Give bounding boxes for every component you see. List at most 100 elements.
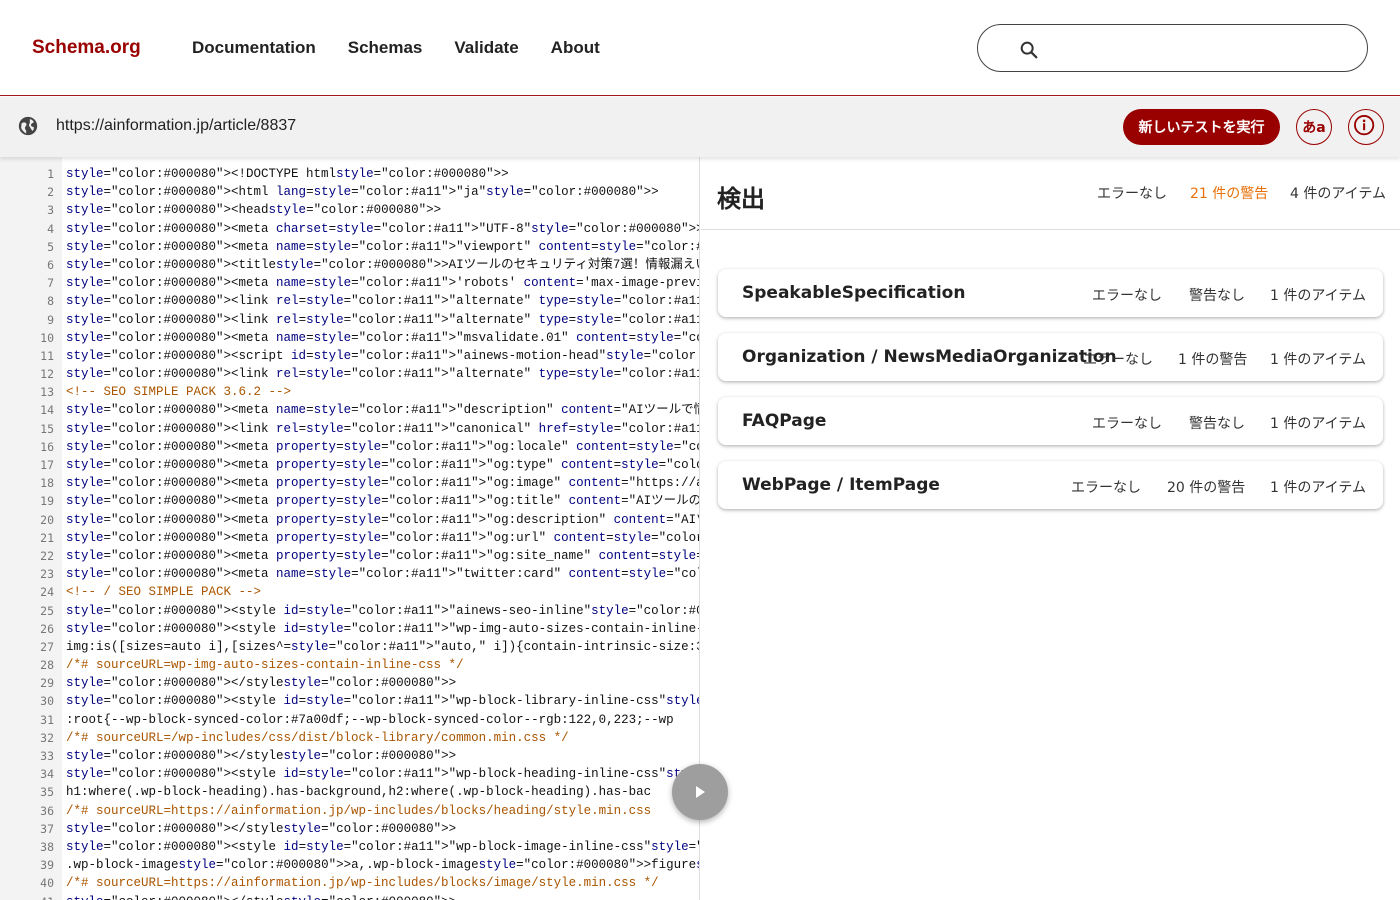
search-icon <box>1020 41 1038 59</box>
line-number: 25 <box>40 603 54 618</box>
line-number: 27 <box>40 639 54 654</box>
line-number: 36 <box>40 803 54 818</box>
code-line: 10 style="color:#000080"><meta name=style… <box>0 329 699 347</box>
nav-link-schemas[interactable]: Schemas <box>348 38 423 58</box>
code-text: /*# sourceURL=/wp-includes/css/dist/bloc… <box>66 730 569 745</box>
code-text: style="color:#000080"><style id=style="c… <box>66 603 699 618</box>
code-text: style="color:#000080"><link rel=style="c… <box>66 312 699 327</box>
code-text: /*# sourceURL=wp-img-auto-sizes-contain-… <box>66 658 464 673</box>
code-text: style="color:#000080"><script id=style="… <box>66 348 700 363</box>
code-text: style="color:#000080"><headstyle="color:… <box>66 203 442 218</box>
line-number: 19 <box>40 494 54 509</box>
code-line: 15 style="color:#000080"><link rel=style=… <box>0 420 699 438</box>
code-text: style="color:#000080"><meta property=sty… <box>66 494 700 509</box>
line-number: 16 <box>40 439 54 454</box>
code-line: 1 style="color:#000080"><!DOCTYPE htmlsty… <box>0 165 699 183</box>
code-line: 41 style="color:#000080"></stylestyle="co… <box>0 893 699 900</box>
code-line: 11 style="color:#000080"><script id=style… <box>0 347 700 365</box>
code-line: 37 style="color:#000080"></stylestyle="co… <box>0 820 699 838</box>
code-line: 29 style="color:#000080"></stylestyle="co… <box>0 674 699 692</box>
result-card-speakable[interactable]: SpeakableSpecification エラーなし 警告なし 1 件のアイ… <box>718 269 1383 317</box>
run-validation-button[interactable] <box>672 764 728 820</box>
line-number: 21 <box>40 530 54 545</box>
code-text: <!-- SEO SIMPLE PACK 3.6.2 --> <box>66 385 292 400</box>
result-card-organization[interactable]: Organization / NewsMediaOrganization エラー… <box>718 333 1383 381</box>
line-number: 8 <box>47 294 54 309</box>
code-line: 12 style="color:#000080"><link rel=style=… <box>0 365 699 383</box>
code-line: 3 style="color:#000080"><headstyle="color… <box>0 201 699 219</box>
code-text: style="color:#000080"><link rel=style="c… <box>66 367 699 382</box>
line-number: 39 <box>40 858 54 873</box>
code-text: h1:where(.wp-block-heading).has-backgrou… <box>66 785 652 800</box>
code-text: style="color:#000080"><style id=style="c… <box>66 621 700 636</box>
line-number: 34 <box>40 767 54 782</box>
code-text: style="color:#000080"><meta property=sty… <box>66 548 699 563</box>
card-errors: エラーなし <box>1083 352 1153 368</box>
code-line: 5 style="color:#000080"><meta name=style=… <box>0 238 699 256</box>
code-text: style="color:#000080"><meta property=sty… <box>66 476 699 491</box>
code-text: style="color:#000080"></stylestyle="colo… <box>66 821 457 836</box>
code-text: style="color:#000080"><link rel=style="c… <box>66 294 699 309</box>
line-number: 5 <box>47 239 54 254</box>
card-title: Organization / NewsMediaOrganization <box>742 347 1117 367</box>
result-card-webpage[interactable]: WebPage / ItemPage エラーなし 20 件の警告 1 件のアイテ… <box>718 461 1383 509</box>
nav-link-about[interactable]: About <box>551 38 600 58</box>
summary-errors: エラーなし <box>1097 186 1167 202</box>
code-text: style="color:#000080"><titlestyle="color… <box>66 257 700 272</box>
line-number: 35 <box>40 785 54 800</box>
line-number: 13 <box>40 385 54 400</box>
results-header: 検出 エラーなし 21 件の警告 4 件のアイテム <box>701 157 1400 230</box>
code-line: 23 style="color:#000080"><meta name=style… <box>0 565 699 583</box>
nav-links: Documentation Schemas Validate About <box>192 38 632 58</box>
code-text: <!-- / SEO SIMPLE PACK --> <box>66 585 262 600</box>
line-number: 30 <box>40 694 54 709</box>
nav-link-documentation[interactable]: Documentation <box>192 38 316 58</box>
line-number: 20 <box>40 512 54 527</box>
code-line: 24 <!-- / SEO SIMPLE PACK --> <box>0 583 699 601</box>
code-line: 22 style="color:#000080"><meta property=s… <box>0 547 699 565</box>
line-number: 18 <box>40 476 54 491</box>
code-line: 21 style="color:#000080"><meta property=s… <box>0 529 699 547</box>
search-input[interactable] <box>977 24 1368 72</box>
line-number: 9 <box>47 312 54 327</box>
tested-url[interactable]: https://ainformation.jp/article/8837 <box>56 117 296 135</box>
result-card-faqpage[interactable]: FAQPage エラーなし 警告なし 1 件のアイテム <box>718 397 1383 445</box>
code-line: 40 /*# sourceURL=https://ainformation.jp/… <box>0 874 699 892</box>
code-text: style="color:#000080"><style id=style="c… <box>66 767 699 782</box>
summary-warnings: 21 件の警告 <box>1190 186 1269 202</box>
nav-link-validate[interactable]: Validate <box>454 38 518 58</box>
line-number: 4 <box>47 221 54 236</box>
line-number: 32 <box>40 730 54 745</box>
code-line: 13 <!-- SEO SIMPLE PACK 3.6.2 --> <box>0 383 699 401</box>
code-line: 32 /*# sourceURL=/wp-includes/css/dist/bl… <box>0 729 699 747</box>
line-number: 28 <box>40 658 54 673</box>
code-line: 34 style="color:#000080"><style id=style=… <box>0 765 699 783</box>
site-logo[interactable]: Schema.org <box>32 37 141 59</box>
code-text: style="color:#000080"><!DOCTYPE htmlstyl… <box>66 167 509 181</box>
code-line: 26 style="color:#000080"><style id=style=… <box>0 620 700 638</box>
code-line: 6 style="color:#000080"><titlestyle="colo… <box>0 256 700 274</box>
code-line: 39 .wp-block-imagestyle="color:#000080">>… <box>0 856 699 874</box>
language-button[interactable]: あa <box>1296 109 1332 145</box>
code-line: 2 style="color:#000080"><html lang=style=… <box>0 183 699 201</box>
code-line: 17 style="color:#000080"><meta property=s… <box>0 456 699 474</box>
code-line: 35 h1:where(.wp-block-heading).has-backgr… <box>0 783 699 801</box>
card-items: 1 件のアイテム <box>1270 416 1366 432</box>
line-number: 41 <box>0 893 54 900</box>
code-line: 8 style="color:#000080"><link rel=style="… <box>0 292 699 310</box>
run-new-test-button[interactable]: 新しいテストを実行 <box>1123 109 1280 145</box>
line-number: 31 <box>40 712 54 727</box>
code-text: style="color:#000080"><meta property=sty… <box>66 458 699 472</box>
info-button[interactable] <box>1348 109 1384 145</box>
code-line: 36 /*# sourceURL=https://ainformation.jp/… <box>0 802 699 820</box>
code-text: :root{--wp-block-synced-color:#7a00df;--… <box>66 712 674 727</box>
code-line: 7 style="color:#000080"><meta name=style=… <box>0 274 699 292</box>
line-number: 38 <box>40 839 54 854</box>
line-number: 11 <box>40 348 54 363</box>
card-warnings: 1 件の警告 <box>1178 352 1248 368</box>
code-line: 31 :root{--wp-block-synced-color:#7a00df;… <box>0 711 699 729</box>
line-number: 3 <box>47 203 54 218</box>
line-number: 15 <box>40 421 54 436</box>
source-code-panel[interactable]: 1 style="color:#000080"><!DOCTYPE htmlsty… <box>0 157 700 900</box>
line-number: 14 <box>40 403 54 418</box>
